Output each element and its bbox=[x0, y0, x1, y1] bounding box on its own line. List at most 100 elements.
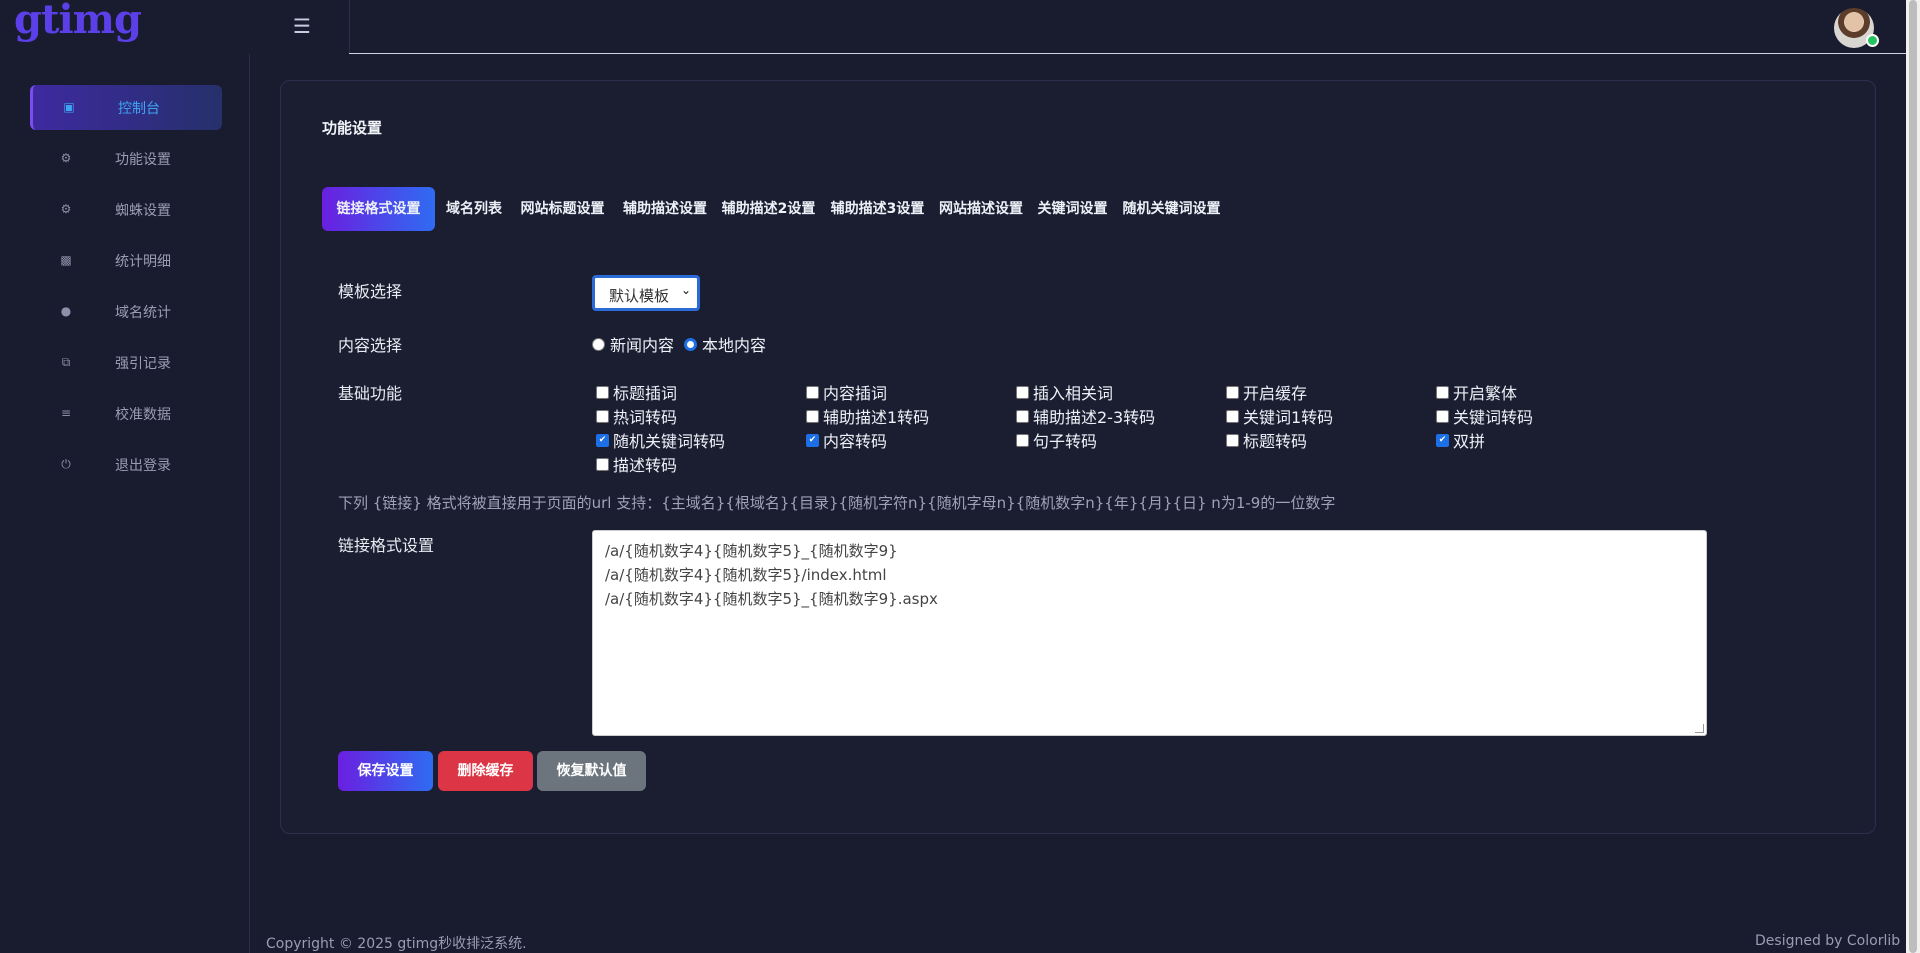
checkbox-label: 热词转码 bbox=[613, 408, 678, 427]
checkbox-checked[interactable]: ✔ bbox=[1436, 434, 1449, 447]
tab-aux-desc-3[interactable]: 辅助描述3设置 bbox=[829, 187, 926, 231]
checkbox[interactable] bbox=[596, 410, 609, 423]
tab-domain-list[interactable]: 域名列表 bbox=[444, 187, 504, 231]
feature-checkbox-item[interactable]: ✔ 内容转码 bbox=[806, 428, 887, 452]
feature-checkbox-item[interactable]: 句子转码 bbox=[1016, 428, 1097, 452]
page-title: 功能设置 bbox=[322, 119, 383, 137]
sidebar-item-redirect-records[interactable]: ⧉ 强引记录 bbox=[30, 340, 219, 385]
sidebar-item-label: 退出登录 bbox=[115, 458, 171, 474]
tab-random-keywords[interactable]: 随机关键词设置 bbox=[1121, 187, 1222, 231]
checkbox[interactable] bbox=[596, 458, 609, 471]
sidebar-item-statistics[interactable]: ▩ 统计明细 bbox=[30, 238, 219, 283]
logo-area: gtimg ☰ bbox=[0, 0, 350, 54]
feature-checkbox-item[interactable]: 开启繁体 bbox=[1436, 380, 1517, 404]
link-format-line: /a/{随机数字4}{随机数字5}_{随机数字9} bbox=[605, 542, 898, 560]
checkbox-label: 句子转码 bbox=[1033, 432, 1098, 451]
feature-checkbox-item[interactable]: 标题插词 bbox=[596, 380, 677, 404]
radio-button[interactable] bbox=[592, 338, 605, 351]
radio-label: 本地内容 bbox=[702, 336, 767, 355]
tab-site-desc[interactable]: 网站描述设置 bbox=[938, 187, 1024, 231]
feature-checkbox-item[interactable]: 开启缓存 bbox=[1226, 380, 1307, 404]
checkbox[interactable] bbox=[596, 386, 609, 399]
radio-news-content[interactable]: 新闻内容 bbox=[592, 332, 674, 356]
link-format-line: /a/{随机数字4}{随机数字5}/index.html bbox=[605, 566, 887, 584]
save-button[interactable]: 保存设置 bbox=[338, 751, 433, 791]
tab-aux-desc[interactable]: 辅助描述设置 bbox=[622, 187, 708, 231]
sidebar-item-dashboard[interactable]: ▣ 控制台 bbox=[30, 85, 222, 130]
sidebar-item-logout[interactable]: ⏻ 退出登录 bbox=[30, 442, 219, 487]
radio-button[interactable] bbox=[684, 338, 697, 351]
checkbox-label: 开启繁体 bbox=[1453, 384, 1518, 403]
radio-local-content[interactable]: 本地内容 bbox=[684, 332, 766, 356]
bar-chart-icon: ▩ bbox=[60, 253, 72, 267]
link-format-textarea[interactable]: /a/{随机数字4}{随机数字5}_{随机数字9} /a/{随机数字4}{随机数… bbox=[592, 530, 1707, 736]
sidebar-item-calibrate-data[interactable]: ≡ 校准数据 bbox=[30, 391, 219, 436]
tab-aux-desc-2[interactable]: 辅助描述2设置 bbox=[720, 187, 817, 231]
sidebar-item-domain-stats[interactable]: ● 域名统计 bbox=[30, 289, 219, 334]
checkbox-checked[interactable]: ✔ bbox=[806, 434, 819, 447]
feature-checkbox-item[interactable]: 内容插词 bbox=[806, 380, 887, 404]
checkbox-label: 关键词1转码 bbox=[1243, 408, 1334, 427]
feature-checkbox-item[interactable]: 辅助描述1转码 bbox=[806, 404, 929, 428]
scrollbar-thumb[interactable] bbox=[1909, 0, 1917, 953]
checkbox[interactable] bbox=[1016, 386, 1029, 399]
delete-cache-button[interactable]: 删除缓存 bbox=[438, 751, 533, 791]
chevron-down-icon: ⌄ bbox=[680, 283, 691, 297]
radio-label: 新闻内容 bbox=[610, 336, 675, 355]
globe-icon: ● bbox=[60, 304, 72, 318]
checkbox[interactable] bbox=[1436, 386, 1449, 399]
feature-checkbox-item[interactable]: 插入相关词 bbox=[1016, 380, 1113, 404]
checkbox-checked[interactable]: ✔ bbox=[596, 434, 609, 447]
template-select[interactable]: 默认模板 ⌄ bbox=[592, 275, 700, 311]
checkbox-label: 随机关键词转码 bbox=[613, 432, 726, 451]
feature-checkbox-item[interactable]: 辅助描述2-3转码 bbox=[1016, 404, 1155, 428]
checkbox[interactable] bbox=[1016, 410, 1029, 423]
checkbox-label: 辅助描述2-3转码 bbox=[1033, 408, 1156, 427]
reset-defaults-button[interactable]: 恢复默认值 bbox=[537, 751, 646, 791]
checkbox[interactable] bbox=[1226, 386, 1239, 399]
checkbox-label: 辅助描述1转码 bbox=[823, 408, 930, 427]
content-label: 内容选择 bbox=[338, 336, 403, 355]
checkbox-label: 关键词转码 bbox=[1453, 408, 1534, 427]
checkbox-label: 描述转码 bbox=[613, 456, 678, 475]
checkbox[interactable] bbox=[806, 386, 819, 399]
checkbox[interactable] bbox=[1436, 410, 1449, 423]
tab-link-format[interactable]: 链接格式设置 bbox=[322, 187, 435, 231]
app-logo[interactable]: gtimg bbox=[14, 0, 142, 43]
sidebar-item-feature-settings[interactable]: ⚙ 功能设置 bbox=[30, 136, 219, 181]
feature-checkbox-item[interactable]: 关键词转码 bbox=[1436, 404, 1533, 428]
link-format-hint: 下列 {链接} 格式将被直接用于页面的url 支持：{主域名}{根域名}{目录}… bbox=[338, 494, 1336, 512]
tab-site-title[interactable]: 网站标题设置 bbox=[515, 187, 610, 231]
feature-checkbox-item[interactable]: 关键词1转码 bbox=[1226, 404, 1333, 428]
footer-credit[interactable]: Designed by Colorlib bbox=[1755, 933, 1900, 949]
checkbox[interactable] bbox=[1226, 410, 1239, 423]
template-select-value: 默认模板 bbox=[609, 287, 670, 305]
features-label: 基础功能 bbox=[338, 384, 403, 403]
checkbox-label: 标题转码 bbox=[1243, 432, 1308, 451]
resize-handle[interactable] bbox=[1695, 724, 1704, 733]
hamburger-icon[interactable]: ☰ bbox=[290, 14, 314, 38]
power-icon: ⏻ bbox=[61, 457, 71, 471]
template-label: 模板选择 bbox=[338, 282, 403, 301]
sidebar-item-label: 控制台 bbox=[118, 101, 160, 117]
feature-checkbox-item[interactable]: 热词转码 bbox=[596, 404, 677, 428]
checkbox-label: 插入相关词 bbox=[1033, 384, 1114, 403]
tab-keywords[interactable]: 关键词设置 bbox=[1036, 187, 1109, 231]
feature-checkbox-item[interactable]: ✔ 随机关键词转码 bbox=[596, 428, 725, 452]
checkbox[interactable] bbox=[806, 410, 819, 423]
checkbox-label: 内容转码 bbox=[823, 432, 888, 451]
sidebar-item-spider-settings[interactable]: ⚙ 蜘蛛设置 bbox=[30, 187, 219, 232]
feature-checkbox-item[interactable]: ✔ 双拼 bbox=[1436, 428, 1485, 452]
checkbox[interactable] bbox=[1016, 434, 1029, 447]
sidebar: ▣ 控制台 ⚙ 功能设置 ⚙ 蜘蛛设置 ▩ 统计明细 ● 域名统计 ⧉ 强引记录… bbox=[0, 54, 250, 953]
checkbox[interactable] bbox=[1226, 434, 1239, 447]
online-status-indicator bbox=[1866, 34, 1879, 47]
feature-checkbox-item[interactable]: 描述转码 bbox=[596, 452, 677, 476]
feature-checkbox-item[interactable]: 标题转码 bbox=[1226, 428, 1307, 452]
link-format-line: /a/{随机数字4}{随机数字5}_{随机数字9}.aspx bbox=[605, 590, 938, 608]
sidebar-item-label: 蜘蛛设置 bbox=[115, 203, 171, 219]
checkbox-label: 开启缓存 bbox=[1243, 384, 1308, 403]
copy-icon: ⧉ bbox=[61, 355, 71, 369]
checkbox-label: 标题插词 bbox=[613, 384, 678, 403]
page-scrollbar[interactable] bbox=[1906, 0, 1920, 953]
